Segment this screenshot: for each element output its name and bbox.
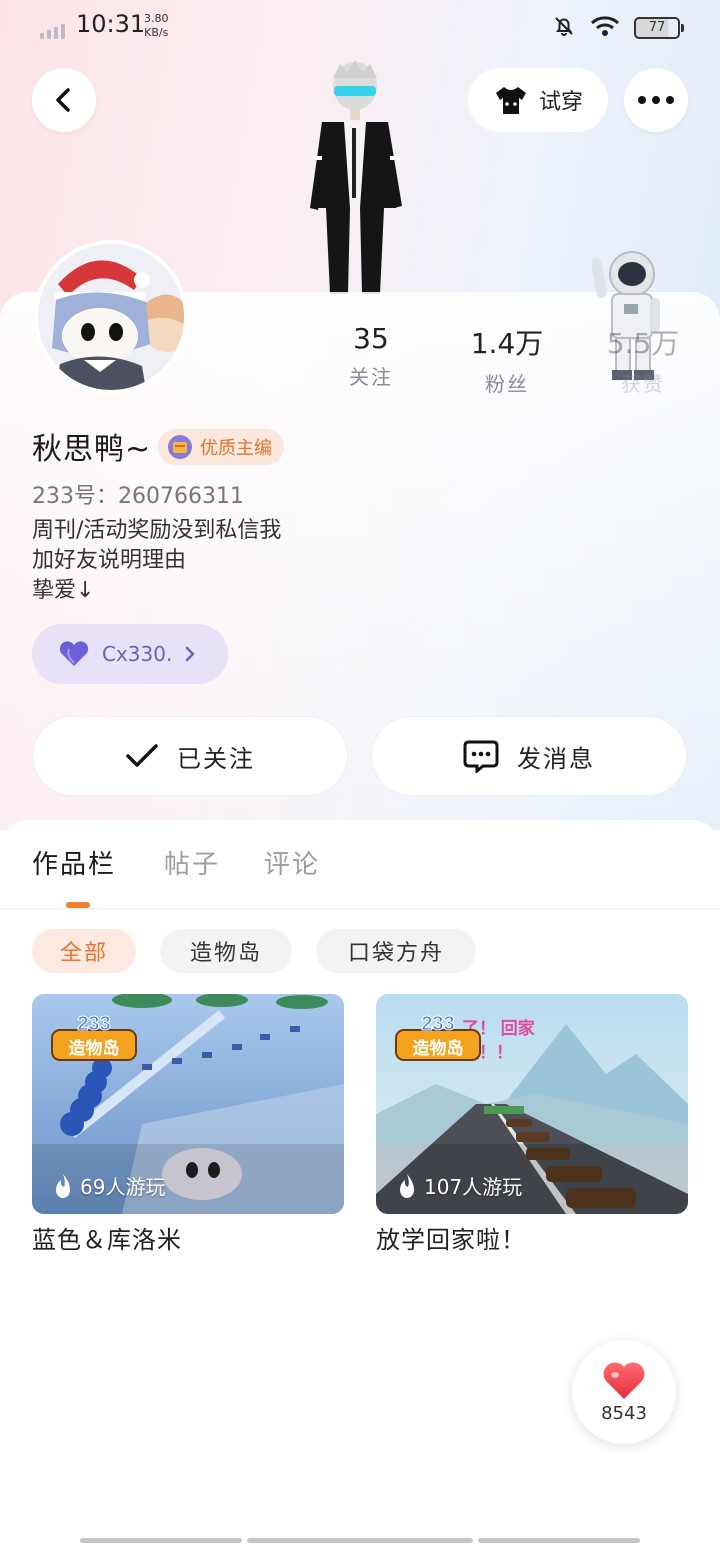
like-count: 8543 — [601, 1402, 647, 1424]
play-count: 107人游玩 — [396, 1171, 522, 1200]
tab-works[interactable]: 作品栏 — [32, 844, 116, 881]
work-card-thumbnail[interactable]: 造物岛 233 69人游玩 — [32, 994, 344, 1214]
bestie-chip[interactable]: Cx330. — [32, 624, 228, 684]
badge-label: 优质主编 — [200, 438, 272, 459]
heart-icon — [59, 641, 89, 666]
signal-icon — [40, 24, 65, 39]
try-on-button[interactable]: 试穿 — [468, 68, 608, 132]
home-indicator — [80, 1538, 242, 1543]
tab-divider — [0, 908, 720, 909]
play-count-text: 69人游玩 — [80, 1175, 166, 1199]
stat-likes[interactable]: 5.5万 获赞 — [588, 322, 698, 397]
chat-icon — [463, 740, 499, 773]
user-id: 233号：260766311 — [32, 484, 244, 509]
heart-icon — [603, 1362, 645, 1399]
send-message-button[interactable]: 发消息 — [371, 716, 687, 796]
speed-value: 3.80 — [144, 12, 169, 25]
flame-icon — [56, 1173, 70, 1198]
followed-button[interactable]: 已关注 — [32, 716, 348, 796]
followed-label: 已关注 — [177, 744, 255, 773]
work-card-title[interactable]: 放学回家啦！ — [376, 1220, 526, 1255]
user-bio: 周刊/活动奖励没到私信我 加好友说明理由 挚爱↓ — [32, 516, 281, 606]
send-message-label: 发消息 — [517, 744, 595, 773]
tab-comments[interactable]: 评论 — [264, 844, 320, 881]
play-count-text: 107人游玩 — [424, 1175, 523, 1199]
home-indicator — [478, 1538, 640, 1543]
status-bar: 10:31 3.80 KB/s 77 — [0, 0, 720, 54]
username: 秋思鸭~ — [32, 432, 152, 467]
mute-bell-icon — [552, 14, 576, 42]
more-button[interactable] — [624, 68, 688, 132]
bio-line: 周刊/活动奖励没到私信我 — [32, 518, 282, 543]
network-speed: 3.80 KB/s — [144, 12, 169, 40]
status-right: 77 — [552, 14, 684, 42]
bio-line: 挚爱↓ — [32, 578, 95, 603]
status-time: 10:31 — [76, 10, 146, 38]
work-card-title[interactable]: 蓝色＆库洛米 — [32, 1220, 182, 1255]
wifi-icon — [590, 15, 620, 41]
filter-pocket-ark[interactable]: 口袋方舟 — [316, 929, 476, 973]
back-button[interactable] — [32, 68, 96, 132]
speed-unit: KB/s — [144, 26, 169, 39]
bestie-name: Cx330. — [102, 642, 173, 666]
check-icon — [126, 744, 158, 767]
try-on-label: 试穿 — [538, 90, 583, 115]
play-count: 69人游玩 — [52, 1171, 165, 1200]
chevron-right-icon — [186, 646, 195, 662]
battery-indicator: 77 — [634, 17, 684, 39]
svg-text:233: 233 — [77, 1013, 110, 1035]
user-avatar[interactable] — [34, 240, 188, 394]
tab-posts[interactable]: 帖子 — [164, 844, 220, 881]
creation-island-logo: 造物岛 233 — [51, 1013, 137, 1061]
stat-following-label: 关注 — [349, 365, 393, 389]
svg-text:造物岛: 造物岛 — [69, 1038, 120, 1058]
stat-fans-label: 粉丝 — [485, 372, 529, 396]
filter-all[interactable]: 全部 — [32, 929, 136, 973]
more-icon — [638, 96, 674, 104]
stat-following-value: 35 — [353, 322, 389, 355]
badge-icon — [168, 435, 192, 459]
avatar-outfit-figure — [310, 60, 402, 294]
filter-creation-island[interactable]: 造物岛 — [160, 929, 292, 973]
quality-editor-badge[interactable]: 优质主编 — [158, 429, 284, 465]
stat-likes-label: 获赞 — [621, 372, 665, 396]
stat-fans[interactable]: 1.4万 粉丝 — [452, 322, 562, 397]
svg-text:233: 233 — [421, 1013, 454, 1035]
like-button[interactable]: 8543 — [572, 1340, 676, 1444]
stat-likes-value: 5.5万 — [606, 327, 680, 360]
svg-text:造物岛: 造物岛 — [413, 1038, 464, 1058]
flame-icon — [400, 1173, 414, 1198]
back-icon — [56, 88, 70, 112]
home-indicator — [247, 1538, 473, 1543]
stat-following[interactable]: 35 关注 — [316, 322, 426, 390]
bio-line: 加好友说明理由 — [32, 548, 187, 573]
avatar-illustration — [38, 244, 184, 390]
stat-fans-value: 1.4万 — [470, 327, 544, 360]
tshirt-icon — [495, 87, 526, 114]
creation-island-logo: 造物岛 233 — [395, 1013, 481, 1061]
work-card-thumbnail[interactable]: 了！ 回家 啦！！ 造物岛 233 107人游玩 — [376, 994, 688, 1214]
